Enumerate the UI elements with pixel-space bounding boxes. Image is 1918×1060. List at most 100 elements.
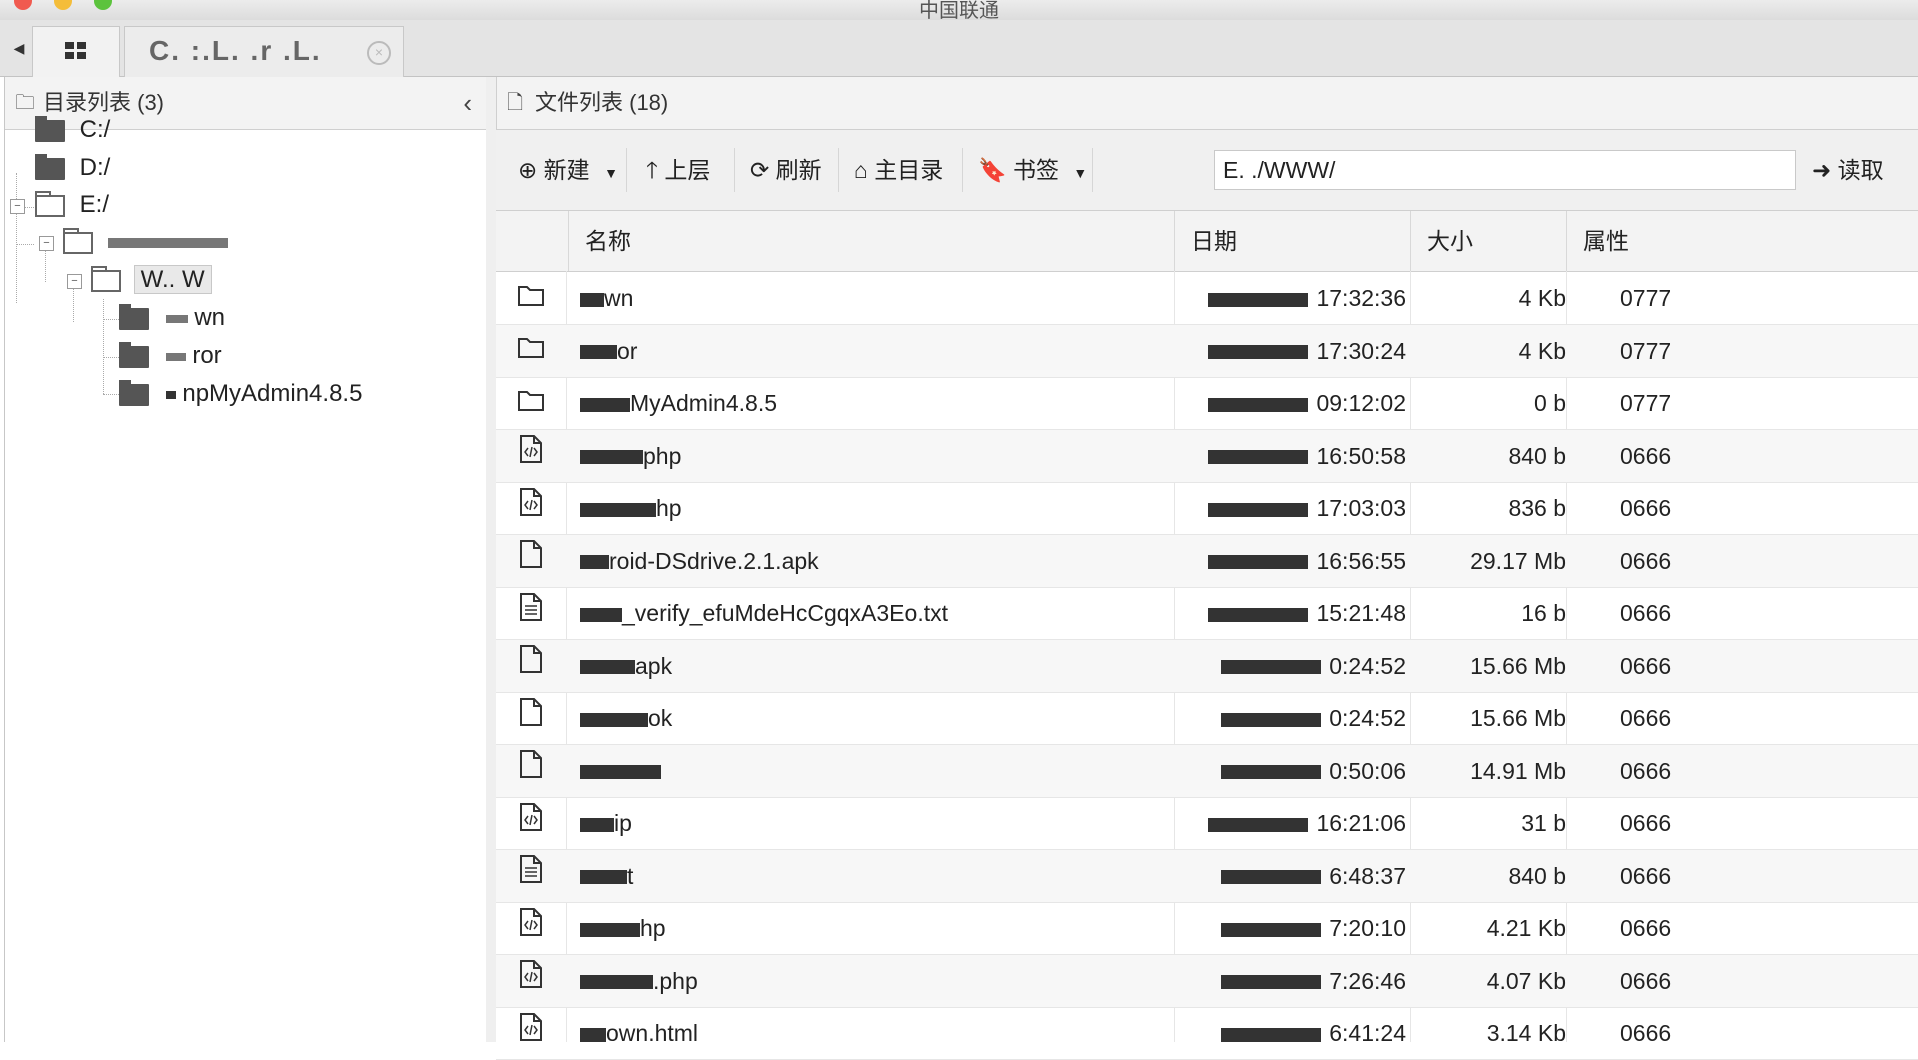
file-date-label: 17:30:24 — [1316, 337, 1406, 364]
file-row[interactable]: _verify_efuMdeHcCgqxA3Eo.txt 15:21:48 16 b… — [496, 587, 1918, 640]
file-name[interactable]: _verify_efuMdeHcCgqxA3Eo.txt — [580, 587, 1200, 639]
file-size: 840 b — [1508, 862, 1566, 889]
tree-node-site-root[interactable] — [63, 222, 228, 262]
refresh-icon: ⟳ — [750, 157, 770, 183]
file-row[interactable]: ok 0:24:52 15.66 Mb 0666 — [496, 692, 1918, 745]
tree-node-child-1[interactable]: wn — [119, 298, 225, 338]
refresh-button[interactable]: ⟳ 刷新 — [750, 152, 822, 188]
file-attributes[interactable]: 0666 — [1620, 640, 1918, 692]
file-name[interactable]: MyAdmin4.8.5 — [580, 377, 1200, 429]
tab-site[interactable]: C. :.L. .r .L. × — [124, 26, 404, 77]
file-row[interactable]: apk 0:24:52 15.66 Mb 0666 — [496, 639, 1918, 693]
tab-home[interactable] — [32, 26, 120, 77]
file-attributes[interactable]: 0666 — [1620, 850, 1918, 902]
tree-guide-line — [103, 319, 119, 320]
redacted-text — [580, 502, 656, 517]
home-dir-button[interactable]: ⌂ 主目录 — [854, 152, 943, 188]
file-name[interactable]: apk — [580, 640, 1200, 692]
redacted-text — [580, 345, 617, 360]
tab-scroll-left-icon[interactable]: ◀ — [8, 32, 30, 64]
file-name[interactable]: hp — [580, 902, 1200, 954]
file-row[interactable]: own.html 6:41:24 3.14 Kb 0666 — [496, 1007, 1918, 1060]
tree-collapse-toggle[interactable]: − — [10, 199, 25, 214]
file-name-label: t — [627, 862, 634, 889]
file-attributes[interactable]: 0666 — [1620, 535, 1918, 587]
file-row[interactable]: MyAdmin4.8.5 09:12:02 0 b 0777 — [496, 377, 1918, 430]
file-size: 4.21 Kb — [1486, 915, 1566, 941]
file-attributes[interactable]: 0777 — [1620, 377, 1918, 429]
up-level-button[interactable]: 🡑 上层 — [646, 152, 710, 188]
file-name[interactable]: wn — [580, 272, 1200, 324]
file-row[interactable]: hp 7:20:10 4.21 Kb 0666 — [496, 902, 1918, 955]
file-name[interactable]: t — [580, 850, 1200, 902]
new-button[interactable]: ⊕ 新建 ▼ — [518, 152, 618, 188]
file-row[interactable]: php 16:50:58 840 b 0666 — [496, 429, 1918, 483]
file-attributes[interactable]: 0666 — [1620, 692, 1918, 744]
file-name[interactable]: hp — [580, 482, 1200, 534]
file-date-label: 0:50:06 — [1329, 757, 1406, 784]
tab-close-icon[interactable]: × — [367, 41, 391, 65]
file-name[interactable]: roid-DSdrive.2.1.apk — [580, 535, 1200, 587]
toolbar-separator — [734, 148, 735, 192]
file-attributes[interactable]: 0666 — [1620, 587, 1918, 639]
tree-node-www[interactable]: W.. W — [91, 260, 212, 300]
file-attributes[interactable]: 0666 — [1620, 797, 1918, 849]
bookmark-button[interactable]: 🔖 书签 ▼ — [978, 152, 1087, 188]
file-date: 7:20:10 — [1186, 902, 1406, 954]
tree-node-e[interactable]: E:/ — [35, 185, 109, 225]
file-attributes[interactable]: 0666 — [1620, 1007, 1918, 1059]
file-attributes[interactable]: 0666 — [1620, 482, 1918, 534]
tree-node-d[interactable]: D:/ — [35, 148, 110, 188]
folder-icon — [518, 325, 544, 377]
file-type-cell — [496, 272, 566, 324]
file-attributes[interactable]: 0777 — [1620, 325, 1918, 377]
file-name-label: ok — [648, 705, 673, 731]
file-name-label: _verify_efuMdeHcCgqxA3Eo.txt — [622, 600, 948, 626]
file-row[interactable]: wn 17:32:36 4 Kb 0777 — [496, 272, 1918, 325]
collapse-panel-icon[interactable]: ‹ — [463, 77, 472, 129]
redacted-text — [1208, 345, 1309, 360]
file-row[interactable]: or 17:30:24 4 Kb 0777 — [496, 324, 1918, 378]
file-row[interactable]: .php 7:26:46 4.07 Kb 0666 — [496, 954, 1918, 1008]
file-row[interactable]: t 6:48:37 840 b 0666 — [496, 849, 1918, 903]
file-attributes[interactable]: 0666 — [1620, 902, 1918, 954]
new-button-label: 新建 — [543, 157, 590, 183]
file-row[interactable]: ip 16:21:06 31 b 0666 — [496, 797, 1918, 850]
file-row[interactable]: hp 17:03:03 836 b 0666 — [496, 482, 1918, 535]
file-attributes[interactable]: 0666 — [1620, 955, 1918, 1007]
tree-node-label-selected: W.. W — [133, 265, 212, 294]
column-header-size[interactable]: 大小 — [1410, 211, 1566, 271]
column-header-date[interactable]: 日期 — [1174, 211, 1410, 271]
column-header-name[interactable]: 名称 — [568, 211, 1174, 271]
file-attributes[interactable]: 0777 — [1620, 272, 1918, 324]
folder-icon — [119, 341, 149, 368]
open-folder-icon — [35, 190, 65, 217]
path-input[interactable] — [1214, 150, 1796, 190]
file-name[interactable]: php — [580, 430, 1200, 482]
redacted-text — [1221, 975, 1322, 990]
file-date: 0:50:06 — [1186, 745, 1406, 797]
file-attributes[interactable]: 0666 — [1620, 745, 1918, 797]
tab-bar: ◀ C. :.L. .r .L. × — [0, 20, 1918, 77]
column-header-attr[interactable]: 属性 — [1566, 211, 1918, 271]
file-type-cell — [496, 482, 566, 534]
tree-node-child-2[interactable]: ror — [119, 336, 222, 376]
read-button[interactable]: ➜ 读取 — [1812, 152, 1884, 188]
file-name[interactable]: ok — [580, 692, 1200, 744]
file-name[interactable]: or — [580, 325, 1200, 377]
tree-collapse-toggle[interactable]: − — [67, 274, 82, 289]
file-name[interactable]: ip — [580, 797, 1200, 849]
file-name[interactable] — [580, 745, 1200, 797]
redacted-text — [580, 292, 604, 307]
file-name[interactable]: .php — [580, 955, 1200, 1007]
file-row[interactable]: 0:50:06 14.91 Mb 0666 — [496, 744, 1918, 798]
tree-node-child-3[interactable]: npMyAdmin4.8.5 — [119, 374, 362, 414]
file-row[interactable]: roid-DSdrive.2.1.apk 16:56:55 29.17 Mb 0666 — [496, 534, 1918, 588]
file-date-label: 15:21:48 — [1316, 600, 1406, 626]
redacted-text — [165, 352, 186, 361]
file-attributes[interactable]: 0666 — [1620, 430, 1918, 482]
file-grid-header: 名称 日期 大小 属性 — [496, 211, 1918, 272]
file-name[interactable]: own.html — [580, 1007, 1200, 1059]
tree-node-c[interactable]: C:/ — [35, 110, 110, 150]
tree-collapse-toggle[interactable]: − — [39, 236, 54, 251]
